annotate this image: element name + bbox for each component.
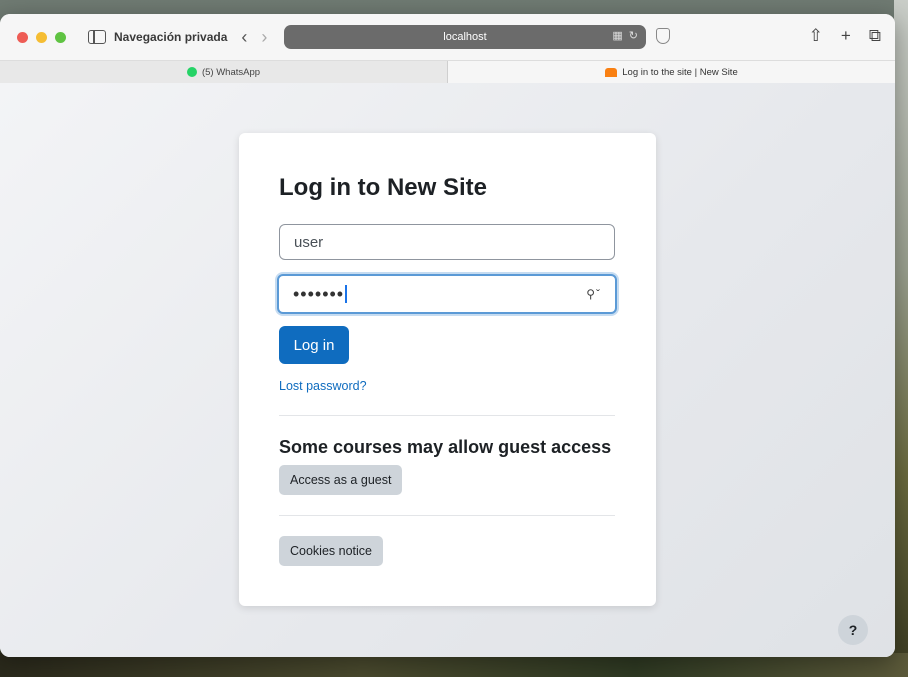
browser-toolbar: Navegación privada ‹ › localhost ▦ ↻ ⇧ +… xyxy=(0,14,895,60)
minimize-window-button[interactable] xyxy=(36,31,47,43)
private-browsing-label: Navegación privada xyxy=(114,30,228,44)
forward-arrow-icon[interactable]: › xyxy=(261,28,267,46)
moodle-icon xyxy=(605,67,618,77)
tab-overview-icon[interactable]: ⧉ xyxy=(869,26,881,46)
translate-icon[interactable]: ▦ xyxy=(612,29,622,42)
tab-bar: (5) WhatsApp Log in to the site | New Si… xyxy=(0,60,895,84)
address-bar[interactable]: localhost ▦ ↻ xyxy=(284,25,646,49)
lost-password-link[interactable]: Lost password? xyxy=(279,379,367,393)
share-icon[interactable]: ⇧ xyxy=(809,26,823,46)
username-field[interactable]: user xyxy=(279,224,615,260)
divider xyxy=(279,415,615,416)
close-window-button[interactable] xyxy=(17,31,28,43)
text-cursor xyxy=(345,285,347,303)
address-text: localhost xyxy=(443,31,487,43)
whatsapp-icon xyxy=(186,67,197,77)
cookies-notice-button[interactable]: Cookies notice xyxy=(279,536,383,566)
divider xyxy=(279,515,615,516)
guest-access-heading: Some courses may allow guest access xyxy=(279,437,612,457)
password-key-icon[interactable]: ⚲ˇ xyxy=(586,287,601,301)
password-field[interactable]: ••••••• ⚲ˇ xyxy=(277,274,617,314)
login-button[interactable]: Log in xyxy=(279,326,349,364)
reload-icon[interactable]: ↻ xyxy=(629,29,638,42)
desktop-wallpaper-edge xyxy=(894,0,908,677)
help-button[interactable]: ? xyxy=(838,615,868,645)
username-value: user xyxy=(294,233,324,251)
password-mask: ••••••• xyxy=(293,283,345,304)
new-tab-icon[interactable]: + xyxy=(841,26,851,46)
page-content: Log in to New Site user ••••••• ⚲ˇ Log i… xyxy=(0,83,895,657)
back-arrow-icon[interactable]: ‹ xyxy=(241,28,247,46)
sidebar-toggle-icon[interactable] xyxy=(88,30,106,44)
page-title: Log in to New Site xyxy=(279,174,487,201)
tab-label: (5) WhatsApp xyxy=(201,66,261,78)
privacy-shield-icon[interactable] xyxy=(656,28,670,44)
browser-window: Navegación privada ‹ › localhost ▦ ↻ ⇧ +… xyxy=(0,14,895,657)
zoom-window-button[interactable] xyxy=(55,31,66,43)
login-card: Log in to New Site user ••••••• ⚲ˇ Log i… xyxy=(239,133,656,606)
tab-whatsapp[interactable]: (5) WhatsApp xyxy=(0,61,448,83)
tab-login[interactable]: Log in to the site | New Site xyxy=(448,61,895,83)
guest-access-button[interactable]: Access as a guest xyxy=(279,465,403,495)
tab-label: Log in to the site | New Site xyxy=(622,66,738,78)
window-controls xyxy=(17,31,66,43)
